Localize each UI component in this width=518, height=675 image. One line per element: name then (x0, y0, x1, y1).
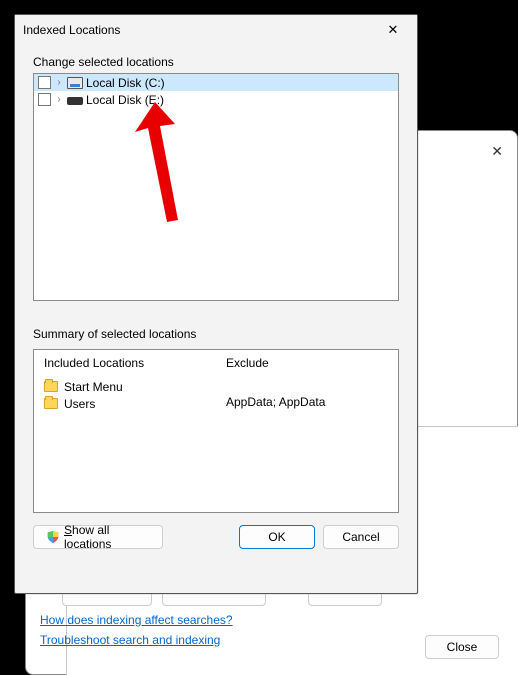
close-icon[interactable]: ✕ (375, 17, 411, 43)
drive-icon (67, 77, 83, 89)
titlebar: Indexed Locations ✕ (15, 15, 417, 45)
exclude-head: Exclude (226, 356, 388, 370)
chevron-right-icon[interactable]: › (54, 78, 64, 88)
summary-box: Included Locations Start Menu Users Excl… (33, 349, 399, 513)
summary-label: Summary of selected locations (33, 327, 399, 341)
dialog-title: Indexed Locations (23, 23, 120, 37)
button-label: Show all locations (64, 523, 150, 551)
folder-icon (44, 381, 58, 392)
button-row: Show all locations OK Cancel (33, 525, 399, 549)
show-all-locations-button[interactable]: Show all locations (33, 525, 163, 549)
folder-icon (44, 398, 58, 409)
list-item: Users (44, 395, 206, 412)
tree-row-local-disk-c[interactable]: › Local Disk (C:) (34, 74, 398, 91)
close-icon[interactable]: ✕ (491, 143, 503, 160)
checkbox[interactable] (38, 76, 51, 89)
indexed-locations-dialog: Indexed Locations ✕ Change selected loca… (14, 14, 418, 594)
change-locations-label: Change selected locations (33, 55, 399, 69)
exclude-text: AppData; AppData (226, 395, 388, 409)
included-column: Included Locations Start Menu Users (34, 350, 216, 512)
ok-button[interactable]: OK (239, 525, 315, 549)
link-indexing-help[interactable]: How does indexing affect searches? (40, 613, 233, 627)
shield-icon (46, 530, 60, 544)
close-button[interactable]: Close (425, 635, 499, 659)
link-troubleshoot[interactable]: Troubleshoot search and indexing (40, 633, 220, 647)
list-item: Start Menu (44, 378, 206, 395)
tree-row-label: Local Disk (E:) (86, 93, 164, 107)
included-head: Included Locations (44, 356, 206, 370)
tree-row-label: Local Disk (C:) (86, 76, 165, 90)
list-item-label: Users (64, 397, 95, 411)
tree-row-local-disk-e[interactable]: › Local Disk (E:) (34, 91, 398, 108)
cancel-button[interactable]: Cancel (323, 525, 399, 549)
checkbox[interactable] (38, 93, 51, 106)
list-item-label: Start Menu (64, 380, 123, 394)
exclude-column: Exclude AppData; AppData (216, 350, 398, 512)
drive-icon (67, 97, 83, 105)
chevron-right-icon[interactable]: › (54, 95, 64, 105)
locations-tree[interactable]: › Local Disk (C:) › Local Disk (E:) (33, 73, 399, 301)
